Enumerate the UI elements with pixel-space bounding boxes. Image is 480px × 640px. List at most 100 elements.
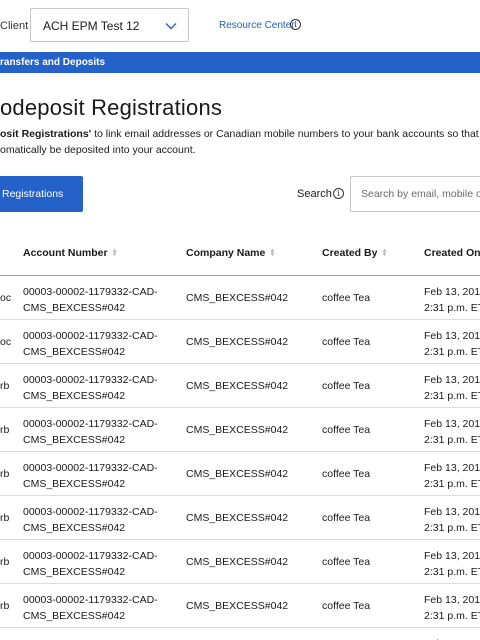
company-name-cell: CMS_BEXCESS#042 [186,600,288,612]
company-name-cell: CMS_BEXCESS#042 [186,556,288,568]
company-name-cell-text: CMS_BEXCESS#042 [186,292,289,304]
created-on-cell: Feb 13, 2019 2:31 p.m. ET [424,592,480,624]
account-number-cell-text: CMS_BEXCESS#042 [23,610,126,622]
chevron-down-icon [165,23,177,30]
page-description: osit Registrations' to link email addres… [0,126,480,158]
table-row[interactable]: oc 00003-00002-1179332-CAD- CMS_BEXCESS#04… [0,276,480,320]
account-number-cell: 00003-00002-1179332-CAD- CMS_BEXCESS#042 [23,372,163,404]
table-row[interactable]: rb 00003-00002-1179332-CAD- CMS_BEXCESS#04… [0,452,480,496]
company-name-cell-text: CMS_BEXCESS#042 [186,336,289,348]
account-number-cell-text: 00003-00002-1179332-CAD- [23,550,158,562]
company-name-cell: CMS_BEXCESS#042 [186,468,288,480]
company-name-cell: CMS_BEXCESS#042 [186,336,288,348]
created-on-cell: Feb 13, 2019 2:31 p.m. ET [424,548,480,580]
row-prefix-text: rb [0,380,10,392]
row-prefix-text: oc [0,336,12,348]
table-body: oc 00003-00002-1179332-CAD- CMS_BEXCESS#04… [0,276,480,640]
account-number-cell-text: CMS_BEXCESS#042 [23,478,126,490]
description-line-2: omatically be deposited into your accoun… [0,144,196,156]
table-header: Account Number ▲ ▼ Company Name ▲ ▼ Created … [0,230,480,276]
table-row[interactable]: rb 00003-00002-1179332-CAD- CMS_BEXCESS#04… [0,496,480,540]
company-name-cell: CMS_BEXCESS#042 [186,424,288,436]
created-by-cell-text: coffee Tea [322,512,371,524]
row-prefix-text: rb [0,600,10,612]
created-by-cell: coffee Tea [322,424,370,436]
client-select-value: ACH EPM Test 12 [43,19,140,33]
sort-icon: ▲ ▼ [111,248,118,259]
account-number-cell-text: CMS_BEXCESS#042 [23,566,126,578]
created-by-cell: coffee Tea [322,292,370,304]
description-bold: osit Registrations' [0,128,92,140]
company-name-cell: CMS_BEXCESS#042 [186,292,288,304]
row-prefix: rb [0,424,9,436]
column-header-created-on[interactable]: Created On [424,247,480,259]
info-icon[interactable]: i [290,19,301,30]
created-by-cell: coffee Tea [322,468,370,480]
row-prefix-text: oc [0,292,12,304]
account-number-cell-text: CMS_BEXCESS#042 [23,390,126,402]
row-prefix-text: rb [0,556,10,568]
created-on-cell-text: Feb 13, 2019 [424,594,480,606]
sort-icon: ▲ ▼ [381,248,388,259]
table-row[interactable]: rb 00003-00002-1179332-CAD- CMS_BEXCESS#04… [0,364,480,408]
account-number-cell: 00003-00002-1179332-CAD- CMS_BEXCESS#042 [23,504,163,536]
created-by-cell-text: coffee Tea [322,468,371,480]
created-on-cell-text: Feb 13, 2019 [424,550,480,562]
account-number-cell-text: 00003-00002-1179332-CAD- [23,462,158,474]
created-on-cell-text: 2:31 p.m. ET [424,522,480,534]
client-bar: Client ACH EPM Test 12 Resource Center i [0,0,480,52]
created-on-cell-text: 2:31 p.m. ET [424,390,480,402]
page-title: odeposit Registrations [0,95,223,120]
company-name-cell-text: CMS_BEXCESS#042 [186,424,289,436]
column-header-created-by[interactable]: Created By ▲ ▼ [322,247,387,259]
created-by-cell: coffee Tea [322,600,370,612]
table-row[interactable]: 00003-00002-1179332-CAD- Feb 13, 2019 [0,628,480,640]
account-number-cell-text: CMS_BEXCESS#042 [23,346,126,358]
account-number-cell-text: 00003-00002-1179332-CAD- [23,506,158,518]
description-line-1: to link email addresses or Canadian mobi… [91,128,480,140]
created-by-cell-text: coffee Tea [322,380,371,392]
table-row[interactable]: rb 00003-00002-1179332-CAD- CMS_BEXCESS#04… [0,584,480,628]
row-prefix: oc [0,292,11,304]
created-on-cell-text: Feb 13, 2019 [424,330,480,342]
created-by-cell-text: coffee Tea [322,556,371,568]
section-bar: ransfers and Deposits [0,52,480,73]
table-row[interactable]: oc 00003-00002-1179332-CAD- CMS_BEXCESS#04… [0,320,480,364]
registrations-button[interactable]: Registrations [0,176,83,212]
client-select[interactable]: ACH EPM Test 12 [30,8,189,42]
account-number-cell-text: CMS_BEXCESS#042 [23,434,126,446]
created-on-cell-text: Feb 13, 2019 [424,286,480,298]
search-info-icon[interactable]: i [333,188,344,199]
account-number-cell: 00003-00002-1179332-CAD- CMS_BEXCESS#042 [23,548,163,580]
account-number-cell-text: 00003-00002-1179332-CAD- [23,286,158,298]
table-row[interactable]: rb 00003-00002-1179332-CAD- CMS_BEXCESS#04… [0,408,480,452]
section-title[interactable]: ransfers and Deposits [0,57,105,68]
company-name-cell-text: CMS_BEXCESS#042 [186,556,289,568]
row-prefix: oc [0,336,11,348]
account-number-cell-text: 00003-00002-1179332-CAD- [23,330,158,342]
company-name-cell: CMS_BEXCESS#042 [186,380,288,392]
created-by-cell-text: coffee Tea [322,600,371,612]
created-by-cell: coffee Tea [322,336,370,348]
column-header-company-name[interactable]: Company Name ▲ ▼ [186,247,275,259]
column-header-account-number[interactable]: Account Number ▲ ▼ [23,247,118,259]
account-number-cell: 00003-00002-1179332-CAD- CMS_BEXCESS#042 [23,328,163,360]
table-row[interactable]: rb 00003-00002-1179332-CAD- CMS_BEXCESS#04… [0,540,480,584]
search-input[interactable] [350,176,480,212]
row-prefix: rb [0,512,9,524]
row-prefix-text: rb [0,512,10,524]
created-on-cell-text: Feb 13, 2019 [424,374,480,386]
client-label: Client [0,20,29,32]
company-name-cell-text: CMS_BEXCESS#042 [186,380,289,392]
account-number-cell: 00003-00002-1179332-CAD- CMS_BEXCESS#042 [23,592,163,624]
search-label: Search [297,188,332,200]
resource-center-link[interactable]: Resource Center [219,20,295,31]
account-number-cell-text: 00003-00002-1179332-CAD- [23,418,158,430]
row-prefix: rb [0,600,9,612]
created-on-cell: Feb 13, 2019 2:31 p.m. ET [424,416,480,448]
account-number-cell-text: 00003-00002-1179332-CAD- [23,594,158,606]
created-by-cell-text: coffee Tea [322,424,371,436]
created-on-cell: Feb 13, 2019 [424,636,480,640]
created-on-cell-text: 2:31 p.m. ET [424,346,480,358]
created-on-cell: Feb 13, 2019 2:31 p.m. ET [424,284,480,316]
